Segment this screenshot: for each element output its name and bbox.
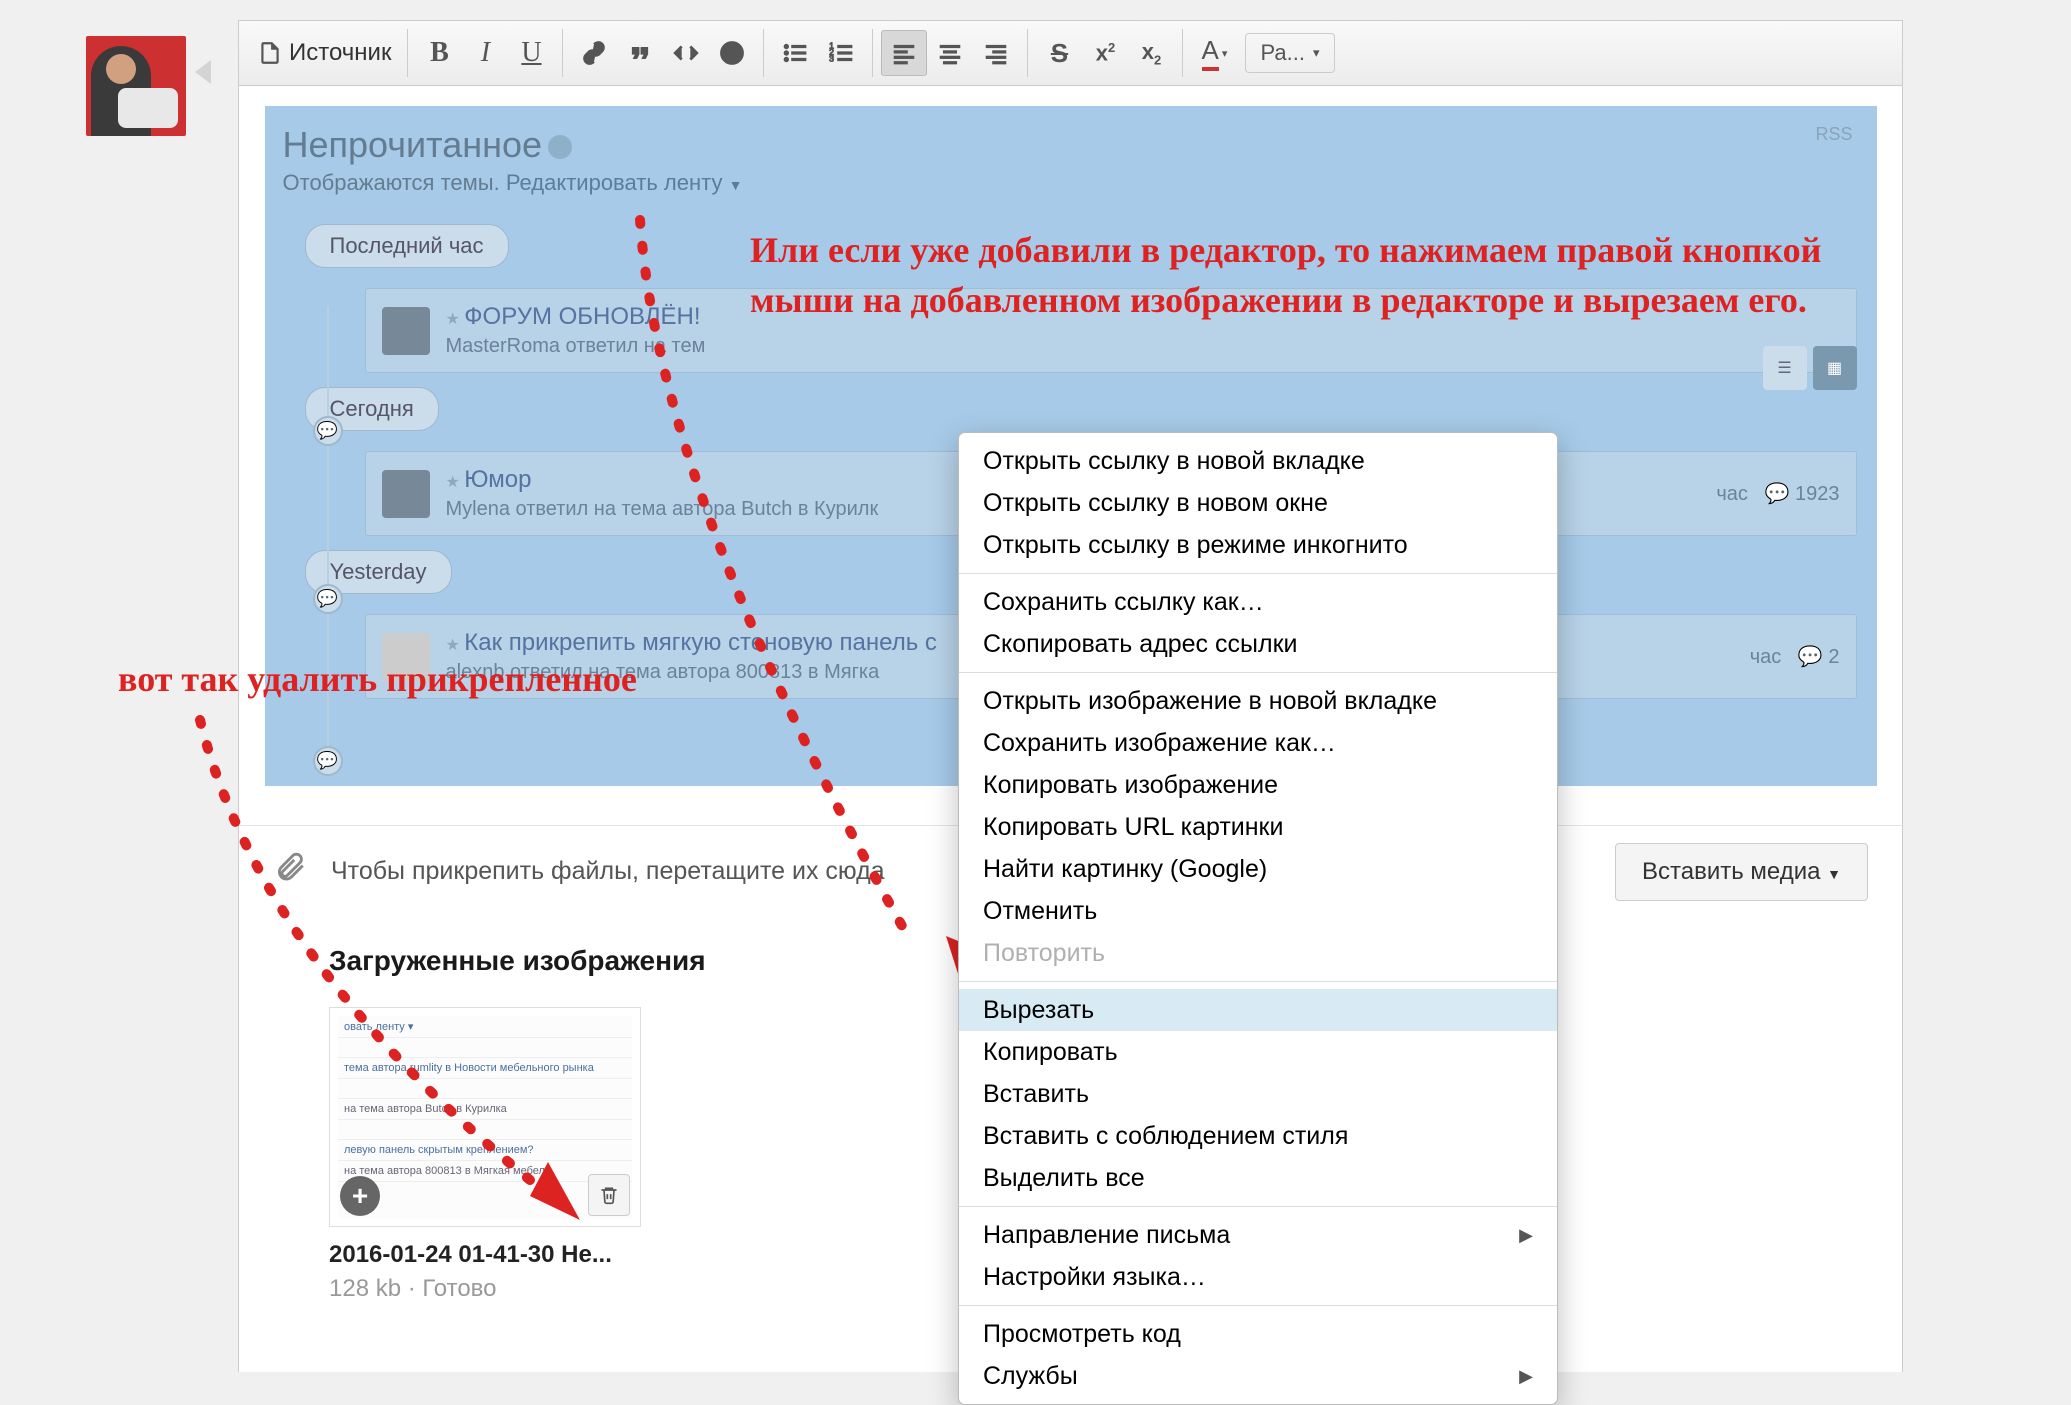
quote-button[interactable] (617, 30, 663, 76)
emoji-button[interactable] (709, 30, 755, 76)
text-color-button[interactable]: A▾ (1191, 30, 1237, 76)
avatar-pointer (195, 60, 211, 84)
superscript-button[interactable]: x2 (1082, 30, 1128, 76)
source-label: Источник (289, 39, 391, 67)
insert-media-button[interactable]: Вставить медиа ▼ (1615, 843, 1868, 901)
context-menu-item[interactable]: Открыть ссылку в режиме инкогнито (959, 524, 1557, 566)
post3-replies: 2 (1828, 646, 1839, 668)
context-menu-item[interactable]: Сохранить ссылку как… (959, 581, 1557, 623)
annotation-right: Или если уже добавили в редактор, то наж… (750, 225, 1870, 326)
post1-sub: MasterRoma ответил на тем (446, 335, 1840, 358)
timeline-dot-icon: 💬 (313, 584, 343, 614)
align-right-button[interactable] (973, 30, 1019, 76)
svg-text:3: 3 (830, 54, 835, 64)
context-menu-item[interactable]: Копировать URL картинки (959, 806, 1557, 848)
code-button[interactable] (663, 30, 709, 76)
bold-button[interactable]: B (416, 30, 462, 76)
context-menu-item[interactable]: Открыть ссылку в новом окне (959, 482, 1557, 524)
rss-indicator: RSS (1815, 124, 1852, 145)
context-menu-item[interactable]: Скопировать адрес ссылки (959, 623, 1557, 665)
context-menu-item[interactable]: Службы▶ (959, 1355, 1557, 1397)
attach-text: Чтобы прикрепить файлы, перетащите их сю… (331, 857, 885, 886)
context-menu: Открыть ссылку в новой вкладкеОткрыть сс… (958, 432, 1558, 1405)
context-menu-item[interactable]: Открыть изображение в новой вкладке (959, 680, 1557, 722)
timeline-dot-icon: 💬 (313, 416, 343, 446)
number-list-button[interactable]: 123 (818, 30, 864, 76)
underline-button[interactable]: U (508, 30, 554, 76)
context-menu-item[interactable]: Вставить (959, 1073, 1557, 1115)
post2-replies: 1923 (1795, 483, 1840, 505)
subscript-button[interactable]: x2 (1128, 30, 1174, 76)
context-menu-item[interactable]: Настройки языка… (959, 1256, 1557, 1298)
italic-button[interactable]: I (462, 30, 508, 76)
context-menu-item[interactable]: Найти картинку (Google) (959, 848, 1557, 890)
paperclip-icon (273, 850, 307, 893)
font-size-dropdown[interactable]: Ра...▾ (1245, 33, 1334, 73)
link-button[interactable] (571, 30, 617, 76)
delete-thumbnail-button[interactable] (588, 1174, 630, 1216)
forum-subtitle-a: Отображаются темы. (283, 170, 500, 195)
context-menu-item: Повторить (959, 932, 1557, 974)
context-menu-item[interactable]: Вырезать (959, 989, 1557, 1031)
upload-thumbnail[interactable]: овать ленту ▾ тема автора rumlity в Ново… (329, 1007, 641, 1303)
add-thumbnail-button[interactable]: + (340, 1176, 380, 1216)
align-center-button[interactable] (927, 30, 973, 76)
thumbnail-meta: 128 kb · Готово (329, 1275, 641, 1303)
context-menu-item[interactable]: Открыть ссылку в новой вкладке (959, 440, 1557, 482)
post2-time: час (1716, 483, 1748, 505)
annotation-left: вот так удалить прикрепленное (118, 654, 637, 704)
post1-title: ФОРУМ ОБНОВЛЁН! (464, 303, 700, 330)
thumbnail-filename: 2016-01-24 01-41-30 Не... (329, 1241, 641, 1269)
timeline-dot-icon: 💬 (313, 746, 343, 776)
user-avatar[interactable] (86, 36, 186, 136)
context-menu-item[interactable]: Направление письма▶ (959, 1214, 1557, 1256)
post3-time: час (1750, 646, 1782, 668)
context-menu-item[interactable]: Сохранить изображение как… (959, 722, 1557, 764)
check-badge-icon (548, 135, 572, 159)
post2-title: Юмор (464, 466, 531, 493)
time-pill-hour: Последний час (305, 224, 509, 268)
strike-button[interactable]: S (1036, 30, 1082, 76)
bullet-list-button[interactable] (772, 30, 818, 76)
insert-media-label: Вставить медиа (1642, 858, 1820, 885)
context-menu-item[interactable]: Просмотреть код (959, 1313, 1557, 1355)
post3-title: Как прикрепить мягкую стеновую панель с (464, 629, 937, 656)
view-grid-icon: ▦ (1813, 346, 1857, 390)
font-size-value: Ра... (1260, 40, 1305, 66)
align-left-button[interactable] (881, 30, 927, 76)
source-button[interactable]: Источник (249, 30, 399, 76)
context-menu-item[interactable]: Копировать изображение (959, 764, 1557, 806)
edit-feed-link: Редактировать ленту (506, 170, 723, 195)
context-menu-item[interactable]: Копировать (959, 1031, 1557, 1073)
context-menu-item[interactable]: Выделить все (959, 1157, 1557, 1199)
context-menu-item[interactable]: Вставить с соблюдением стиля (959, 1115, 1557, 1157)
forum-title: Непрочитанное (283, 124, 543, 165)
editor-toolbar: Источник B I U 123 S x2 x2 A▾ Ра...▾ (239, 21, 1902, 86)
view-list-icon: ☰ (1763, 346, 1807, 390)
context-menu-item[interactable]: Отменить (959, 890, 1557, 932)
